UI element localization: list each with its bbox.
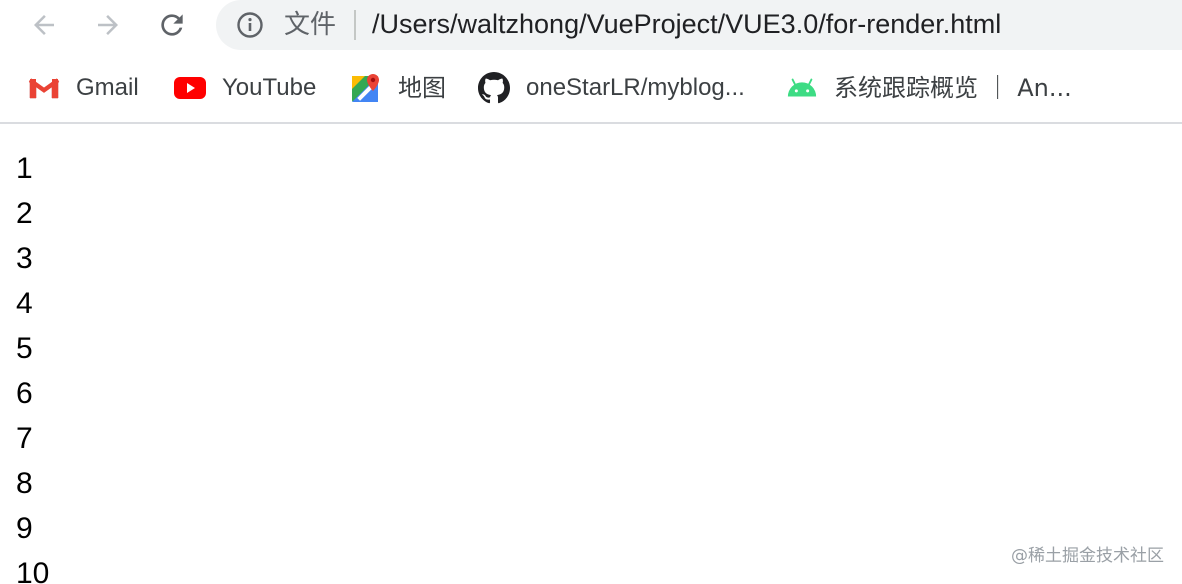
number-list: 1 2 3 4 5 6 7 8 9 10 — [16, 146, 49, 584]
address-bar[interactable]: 文件 /Users/waltzhong/VueProject/VUE3.0/fo… — [216, 0, 1182, 50]
gmail-icon — [28, 72, 60, 104]
browser-toolbar: 文件 /Users/waltzhong/VueProject/VUE3.0/fo… — [0, 0, 1182, 50]
bookmark-github[interactable]: oneStarLR/myblog... — [478, 70, 745, 106]
bookmarks-bar: Gmail YouTube 地图 oneStarLR/myblog... 系统跟… — [0, 50, 1182, 124]
list-item: 6 — [16, 377, 33, 410]
list-item: 10 — [16, 557, 50, 584]
list-item: 1 — [16, 152, 33, 185]
bookmark-maps[interactable]: 地图 — [350, 70, 446, 106]
bookmark-youtube[interactable]: YouTube — [174, 70, 316, 106]
maps-icon — [350, 72, 382, 104]
list-item: 4 — [16, 287, 33, 320]
list-item: 9 — [16, 512, 33, 545]
bookmark-label: Gmail — [76, 74, 139, 101]
android-icon — [786, 72, 818, 104]
reload-button[interactable] — [152, 6, 192, 44]
scheme-label: 文件 — [284, 10, 337, 40]
list-item: 2 — [16, 197, 33, 230]
bookmark-gmail[interactable]: Gmail — [28, 70, 139, 106]
bookmark-label: YouTube — [222, 74, 317, 101]
list-item: 8 — [16, 467, 33, 500]
bookmark-label: 系统跟踪概览 ｜ An... — [834, 74, 1072, 102]
arrow-left-icon — [34, 15, 54, 35]
list-item: 7 — [16, 422, 33, 455]
forward-button[interactable] — [88, 6, 128, 44]
github-icon — [478, 72, 510, 104]
url-text[interactable]: /Users/waltzhong/VueProject/VUE3.0/for-r… — [372, 8, 1001, 40]
youtube-icon — [174, 72, 206, 104]
back-button[interactable] — [24, 6, 64, 44]
list-item: 5 — [16, 332, 33, 365]
bookmark-android[interactable]: 系统跟踪概览 ｜ An... — [786, 70, 1072, 106]
page-content: 1 2 3 4 5 6 7 8 9 10 @稀土掘金技术社区 — [0, 126, 1182, 584]
arrow-right-icon — [98, 15, 118, 35]
watermark: @稀土掘金技术社区 — [1011, 546, 1164, 566]
bookmark-label: 地图 — [398, 74, 446, 102]
reload-icon — [161, 14, 183, 36]
list-item: 3 — [16, 242, 33, 275]
info-icon[interactable] — [236, 11, 264, 39]
bookmark-label: oneStarLR/myblog... — [526, 74, 745, 101]
omnibox-divider — [354, 10, 356, 40]
